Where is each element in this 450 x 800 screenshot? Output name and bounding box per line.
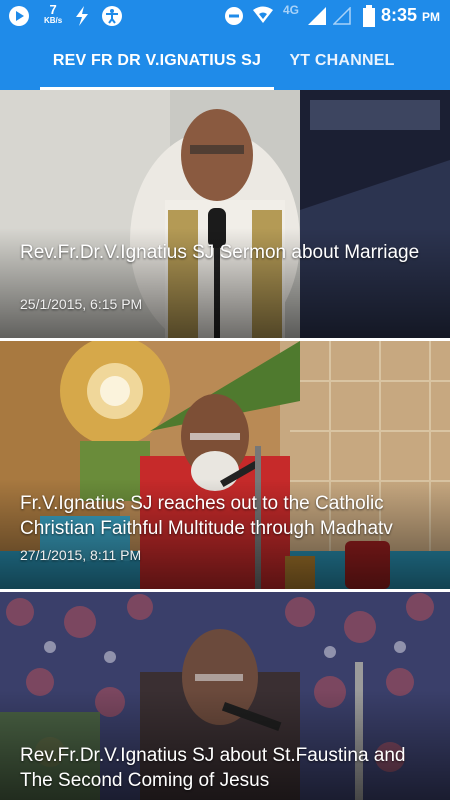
flash-icon: [74, 6, 90, 31]
video-title: Rev.Fr.Dr.V.Ignatius SJ about St.Faustin…: [20, 745, 406, 791]
video-card[interactable]: Rev.Fr.Dr.V.Ignatius SJ about St.Faustin…: [0, 592, 450, 800]
speed-value: 7: [49, 2, 57, 17]
clock: 8:35 PM: [381, 5, 440, 26]
video-date: 27/1/2015, 8:11 PM: [20, 547, 142, 563]
battery-icon: [363, 5, 375, 32]
video-title: Fr.V.Ignatius SJ reaches out to the Cath…: [20, 493, 393, 539]
status-bar: 7 KB/s 4G 8:35 PM: [0, 0, 450, 32]
signal-icon: [308, 7, 326, 30]
play-icon: [8, 5, 30, 32]
video-card[interactable]: Fr.V.Ignatius SJ reaches out to the Cath…: [0, 341, 450, 589]
signal-empty-icon: [332, 6, 351, 30]
wifi-icon: [252, 6, 274, 29]
do-not-disturb-icon: [224, 6, 244, 31]
video-date: 25/1/2015, 6:15 PM: [20, 296, 143, 312]
accessibility-icon: [101, 5, 123, 32]
network-type: 4G: [283, 3, 300, 17]
network-speed: 7 KB/s: [44, 3, 62, 25]
video-card[interactable]: Rev.Fr.Dr.V.Ignatius SJ Sermon about Mar…: [0, 90, 450, 338]
video-title: Rev.Fr.Dr.V.Ignatius SJ Sermon about Mar…: [20, 242, 420, 263]
tab-rev-fr-dr-v-ignatius-sj[interactable]: REV FR DR V.IGNATIUS SJ: [40, 32, 274, 90]
tab-bar: REV FR DR V.IGNATIUS SJ YT CHANNEL: [0, 32, 450, 90]
speed-unit: KB/s: [44, 16, 63, 25]
clock-ampm: PM: [422, 10, 440, 24]
tab-yt-channel[interactable]: YT CHANNEL: [276, 32, 408, 90]
clock-time: 8:35: [380, 5, 417, 25]
